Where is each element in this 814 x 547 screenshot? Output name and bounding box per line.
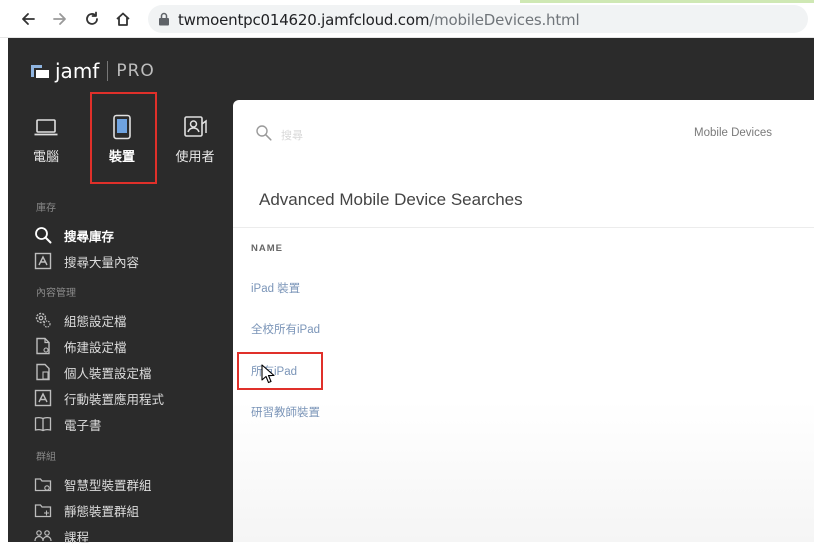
sidebar-section-groups: 群組 xyxy=(36,452,56,463)
sidebar-item-personal-device-profiles[interactable]: 個人裝置設定檔 xyxy=(34,361,152,383)
jamf-app: jamf PRO 電腦 裝置 使用者 庫存 搜尋庫存 搜尋大量內容 內容管理 組… xyxy=(8,38,814,545)
sidebar-section-content-management: 內容管理 xyxy=(36,288,76,299)
sidebar-item-label: 個人裝置設定檔 xyxy=(64,366,152,381)
nav-computers[interactable]: 電腦 xyxy=(16,114,76,174)
home-icon xyxy=(116,12,130,26)
smart-folder-icon xyxy=(34,475,52,493)
arrow-right-icon xyxy=(53,13,66,25)
sidebar-item-ebooks[interactable]: 電子書 xyxy=(34,413,102,435)
sidebar-item-configuration-profiles[interactable]: 組態設定檔 xyxy=(34,309,127,331)
url-text[interactable]: twmoentpc014620.jamfcloud.com/mobileDevi… xyxy=(178,11,580,29)
volume-content-icon xyxy=(34,252,52,270)
reload-button[interactable] xyxy=(82,9,102,29)
search-icon[interactable] xyxy=(255,124,273,142)
sidebar-item-classes[interactable]: 課程 xyxy=(34,525,89,547)
sidebar-item-label: 搜尋庫存 xyxy=(64,229,115,244)
nav-users-label: 使用者 xyxy=(175,149,215,164)
search-result-link[interactable]: iPad 裝置 xyxy=(251,280,300,296)
sidebar-item-search-volume-content[interactable]: 搜尋大量內容 xyxy=(34,250,139,272)
main-content-panel: 搜尋 Mobile Devices Advanced Mobile Device… xyxy=(233,100,814,542)
forward-button[interactable] xyxy=(50,9,70,29)
devices-highlight-box xyxy=(90,92,157,184)
sidebar-section-inventory: 庫存 xyxy=(36,203,56,214)
logo-edition: PRO xyxy=(116,61,155,81)
page-title: Advanced Mobile Device Searches xyxy=(259,190,523,209)
sidebar-item-search-inventory[interactable]: 搜尋庫存 xyxy=(34,224,114,246)
search-result-link[interactable]: 全校所有iPad xyxy=(251,321,320,337)
back-button[interactable] xyxy=(18,9,38,29)
search-input[interactable]: 搜尋 xyxy=(281,127,303,143)
tab-accent-strip xyxy=(520,0,814,3)
browser-toolbar: twmoentpc014620.jamfcloud.com/mobileDevi… xyxy=(0,0,814,38)
nav-computers-label: 電腦 xyxy=(32,149,59,164)
column-header-name[interactable]: NAME xyxy=(251,243,283,254)
nav-users[interactable]: 使用者 xyxy=(165,114,225,174)
lock-icon xyxy=(159,12,169,26)
user-icon xyxy=(184,116,207,137)
logo-name: jamf xyxy=(55,59,100,83)
sidebar-item-smart-device-groups[interactable]: 智慧型裝置群組 xyxy=(34,473,152,495)
sidebar-item-static-device-groups[interactable]: 靜態裝置群組 xyxy=(34,499,139,521)
book-icon xyxy=(34,415,52,433)
classes-icon xyxy=(34,527,52,545)
title-divider xyxy=(233,227,814,228)
search-icon xyxy=(34,226,52,244)
content-fade-background xyxy=(233,400,814,542)
url-host: twmoentpc014620.jamfcloud.com xyxy=(178,11,430,29)
sidebar-item-label: 課程 xyxy=(64,530,90,545)
search-result-link[interactable]: 研習教師裝置 xyxy=(251,404,320,420)
home-button[interactable] xyxy=(113,9,133,29)
document-icon xyxy=(34,337,52,355)
sidebar-item-label: 智慧型裝置群組 xyxy=(64,478,152,493)
url-path: /mobileDevices.html xyxy=(429,11,580,29)
mouse-cursor-icon xyxy=(261,364,275,384)
sidebar-item-label: 佈建設定檔 xyxy=(64,340,127,355)
sidebar-item-label: 搜尋大量內容 xyxy=(64,255,140,270)
jamf-logo[interactable]: jamf PRO xyxy=(30,58,155,84)
arrow-left-icon xyxy=(22,13,35,25)
sidebar-item-provisioning-profiles[interactable]: 佈建設定檔 xyxy=(34,335,127,357)
gear-icon xyxy=(34,311,52,329)
sidebar-item-label: 組態設定檔 xyxy=(64,314,127,329)
breadcrumb: Mobile Devices xyxy=(694,127,772,139)
sidebar-item-label: 電子書 xyxy=(64,418,102,433)
jamf-logo-mark-icon xyxy=(31,65,49,78)
laptop-icon xyxy=(34,119,58,136)
sidebar-item-mobile-device-apps[interactable]: 行動裝置應用程式 xyxy=(34,387,164,409)
sidebar-item-label: 靜態裝置群組 xyxy=(64,504,140,519)
logo-separator xyxy=(107,61,109,81)
personal-device-icon xyxy=(34,363,52,381)
result-highlight-box xyxy=(237,352,323,390)
static-folder-icon xyxy=(34,501,52,519)
reload-icon xyxy=(86,11,98,25)
app-store-icon xyxy=(34,389,52,407)
sidebar-item-label: 行動裝置應用程式 xyxy=(64,392,165,407)
